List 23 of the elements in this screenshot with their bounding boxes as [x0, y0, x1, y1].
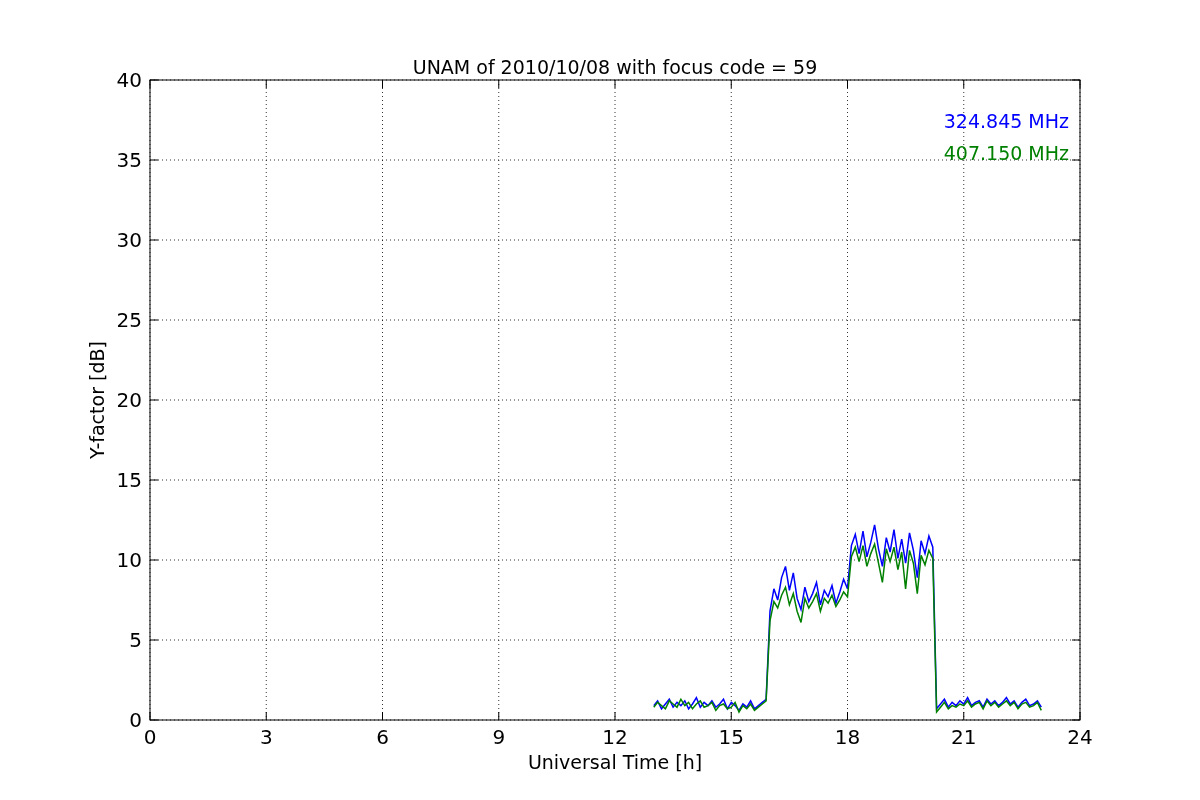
- x-tick-label: 21: [951, 725, 977, 749]
- y-tick-label: 25: [116, 308, 142, 332]
- x-tick-label: 3: [259, 725, 273, 749]
- y-tick-label: 35: [116, 148, 142, 172]
- legend-label: 324.845 MHz: [943, 110, 1069, 132]
- x-tick-label: 18: [834, 725, 861, 749]
- y-axis-label: Y-factor [dB]: [86, 341, 108, 459]
- x-tick-label: 24: [1067, 725, 1093, 749]
- x-tick-label: 9: [492, 725, 506, 749]
- x-tick-label: 12: [602, 725, 628, 749]
- x-tick-label: 0: [143, 725, 157, 749]
- y-tick-label: 30: [116, 228, 142, 252]
- x-tick-label: 6: [376, 725, 389, 749]
- y-tick-label: 10: [116, 548, 142, 572]
- y-tick-label: 20: [116, 388, 142, 412]
- y-tick-label: 5: [129, 628, 142, 652]
- y-tick-label: 0: [129, 708, 142, 732]
- x-tick-label: 15: [718, 725, 744, 749]
- legend-label: 407.150 MHz: [943, 142, 1069, 164]
- chart-title: UNAM of 2010/10/08 with focus code = 59: [412, 56, 818, 78]
- y-tick-label: 15: [116, 468, 142, 492]
- y-tick-label: 40: [116, 68, 142, 92]
- x-axis-label: Universal Time [h]: [527, 751, 703, 773]
